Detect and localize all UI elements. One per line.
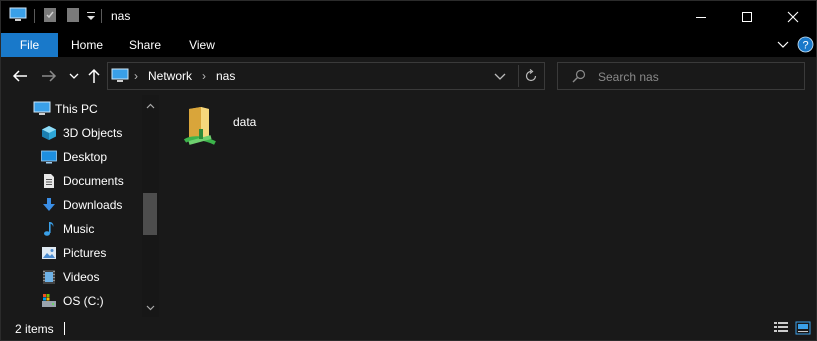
details-view-button[interactable]: [773, 321, 789, 335]
this-pc-icon: [33, 101, 51, 117]
tab-home[interactable]: Home: [61, 33, 113, 57]
status-bar: 2 items: [1, 317, 816, 340]
title-separator: [101, 9, 102, 23]
breadcrumb-chevron-icon[interactable]: ›: [134, 69, 138, 83]
status-separator: [64, 322, 65, 335]
address-history-button[interactable]: [494, 71, 506, 85]
ribbon-tabs: File Home Share View ?: [1, 33, 816, 57]
recent-locations-button[interactable]: [64, 66, 84, 86]
sidebar-item-label: 3D Objects: [63, 126, 123, 140]
minimize-button[interactable]: [678, 1, 724, 33]
refresh-button[interactable]: [524, 69, 538, 86]
chevron-down-icon: [494, 73, 506, 80]
network-location-icon: [111, 68, 129, 87]
up-arrow-icon: [88, 68, 100, 83]
forward-arrow-icon: [42, 70, 57, 82]
back-arrow-icon: [12, 70, 27, 82]
documents-icon: [41, 173, 57, 189]
videos-icon: [41, 269, 57, 285]
properties-icon[interactable]: [43, 7, 57, 26]
search-box[interactable]: Search nas: [557, 62, 805, 90]
network-share-folder-icon: [181, 105, 221, 154]
sidebar-item-label: OS (C:): [63, 294, 104, 308]
address-bar[interactable]: › Network › nas: [107, 62, 545, 90]
chevron-down-icon: [146, 305, 155, 311]
breadcrumb-nas[interactable]: nas: [216, 69, 235, 83]
minimize-icon: [696, 17, 706, 18]
scroll-up-button[interactable]: [142, 99, 159, 113]
tab-share[interactable]: Share: [119, 33, 171, 57]
details-view-icon: [774, 322, 788, 332]
navigation-bar: › Network › nas Search nas: [1, 57, 816, 95]
item-count: 2 items: [15, 322, 54, 336]
breadcrumb-chevron-icon[interactable]: ›: [202, 69, 206, 83]
back-button[interactable]: [10, 66, 30, 86]
breadcrumb-network[interactable]: Network: [148, 69, 192, 83]
refresh-icon: [525, 69, 537, 82]
sidebar-item-desktop[interactable]: Desktop: [1, 145, 141, 169]
large-icons-view-button[interactable]: [795, 321, 811, 335]
sidebar-item-label: Downloads: [63, 198, 123, 212]
3d-objects-icon: [41, 125, 57, 141]
explorer-window: nas File Home Share View ? › Network › n…: [0, 0, 817, 341]
chevron-down-icon: [69, 73, 79, 79]
sidebar-item-os-c[interactable]: OS (C:): [1, 289, 141, 313]
sidebar-item-label: Music: [63, 222, 95, 236]
close-icon: [787, 11, 799, 23]
sidebar-item-videos[interactable]: Videos: [1, 265, 141, 289]
chevron-up-icon: [146, 103, 155, 109]
pictures-icon: [41, 245, 57, 261]
sidebar-item-label: Documents: [63, 174, 124, 188]
large-icons-view-icon: [795, 321, 811, 335]
help-icon[interactable]: ?: [797, 36, 814, 56]
list-item[interactable]: data: [177, 103, 287, 153]
music-icon: [41, 221, 57, 237]
sidebar-item-downloads[interactable]: Downloads: [1, 193, 141, 217]
expand-ribbon-icon[interactable]: [776, 37, 790, 54]
customize-quick-access-icon[interactable]: [86, 9, 96, 26]
file-name: data: [233, 115, 257, 129]
window-title: nas: [111, 9, 131, 23]
sidebar-item-label: This PC: [55, 102, 98, 116]
sidebar-item-pictures[interactable]: Pictures: [1, 241, 141, 265]
drive-icon: [41, 293, 57, 309]
file-list[interactable]: data: [159, 95, 816, 317]
tab-file[interactable]: File: [1, 33, 58, 57]
close-button[interactable]: [770, 1, 816, 33]
this-pc-icon[interactable]: [9, 7, 27, 26]
up-button[interactable]: [84, 66, 104, 86]
quick-access-separator: [34, 9, 35, 23]
title-bar: nas: [1, 1, 816, 33]
search-input[interactable]: Search nas: [598, 70, 659, 84]
sidebar-item-this-pc[interactable]: This PC: [1, 97, 141, 121]
new-folder-icon[interactable]: [66, 7, 80, 26]
scroll-down-button[interactable]: [142, 301, 159, 315]
svg-text:?: ?: [802, 40, 808, 52]
sidebar-item-label: Videos: [63, 270, 100, 284]
sidebar-item-3d-objects[interactable]: 3D Objects: [1, 121, 141, 145]
forward-button[interactable]: [39, 66, 59, 86]
desktop-icon: [41, 149, 57, 165]
sidebar-item-documents[interactable]: Documents: [1, 169, 141, 193]
sidebar-item-music[interactable]: Music: [1, 217, 141, 241]
tab-view[interactable]: View: [177, 33, 227, 57]
downloads-icon: [41, 197, 57, 213]
search-icon: [572, 69, 586, 86]
address-divider: [518, 65, 519, 87]
maximize-icon: [742, 12, 752, 22]
navigation-pane: This PC 3D Objects Desktop Documents Dow…: [1, 95, 159, 317]
sidebar-item-label: Pictures: [63, 246, 107, 260]
nav-pane-scroll-thumb[interactable]: [143, 193, 157, 235]
sidebar-item-label: Desktop: [63, 150, 108, 164]
maximize-button[interactable]: [724, 1, 770, 33]
